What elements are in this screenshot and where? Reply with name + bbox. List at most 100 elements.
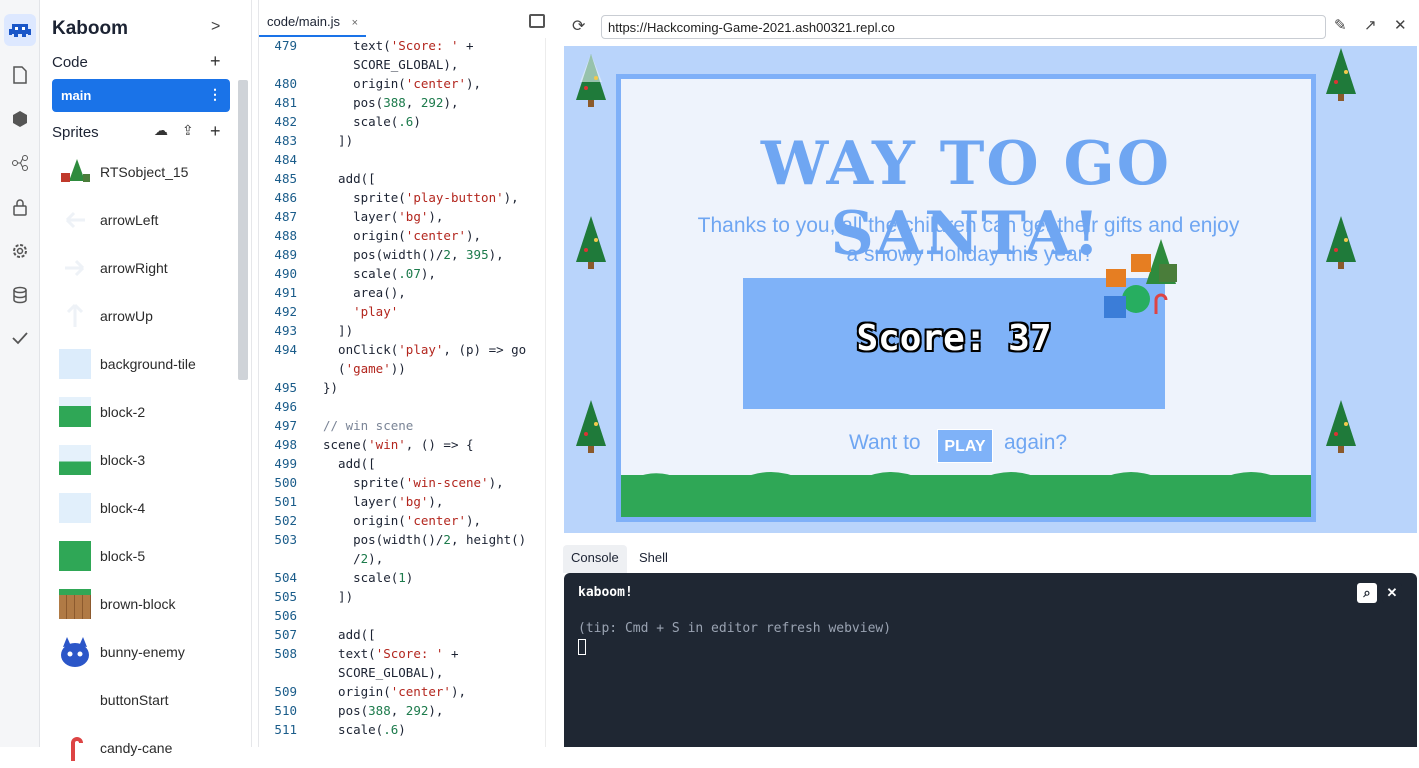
line-number: 501 (274, 494, 297, 509)
upload-icon[interactable]: ⇪ (182, 122, 194, 139)
line-number: 503 (274, 532, 297, 547)
more-options-icon[interactable]: ⋮ (208, 86, 222, 103)
sprite-item[interactable]: block-3 (52, 440, 242, 480)
kaboom-icon[interactable] (4, 14, 36, 46)
line-number: 479 (274, 38, 297, 53)
editor-scrollbar[interactable] (545, 38, 559, 747)
sprite-item[interactable]: arrowLeft (52, 200, 242, 240)
sprite-item[interactable]: RTSobject_15 (52, 152, 242, 192)
sprite-item[interactable]: bunny-enemy (52, 632, 242, 672)
play-button[interactable]: PLAY (937, 429, 993, 463)
sprite-label: block-2 (100, 404, 146, 420)
open-new-tab-icon[interactable]: ↗ (1364, 16, 1377, 34)
code-line: }) (323, 380, 339, 395)
code-line: scale(.07), (323, 266, 436, 281)
line-number: 487 (274, 209, 297, 224)
christmas-tree-icon (576, 54, 606, 107)
add-sprite-icon[interactable]: + (210, 121, 221, 142)
sprite-thumb-block (59, 493, 91, 523)
sprite-label: background-tile (100, 356, 196, 372)
code-line: pos(388, 292), (323, 95, 459, 110)
tab-shell[interactable]: Shell (631, 545, 676, 573)
code-editor: code/main.js × 479 480 481 482 483 484 4… (258, 0, 558, 747)
close-icon[interactable]: ✕ (1394, 16, 1407, 34)
console-cursor[interactable] (578, 639, 586, 655)
game-canvas[interactable]: WAY TO GO SANTA! Thanks to you, all the … (564, 46, 1417, 533)
sprite-label: candy-cane (100, 740, 173, 756)
code-line: onClick('play', (p) => go (323, 342, 527, 357)
line-number: 485 (274, 171, 297, 186)
sprite-item[interactable]: candy-cane (52, 728, 242, 768)
lock-icon[interactable] (4, 191, 36, 223)
code-line: scale(.6) (323, 722, 406, 737)
christmas-tree-icon (576, 216, 606, 269)
edit-icon[interactable]: ✎ (1334, 16, 1347, 34)
code-line: pos(width()/2, height() (323, 532, 527, 547)
package-icon[interactable] (4, 103, 36, 135)
add-file-icon[interactable]: + (210, 51, 221, 72)
line-number: 495 (274, 380, 297, 395)
sprite-thumb-candy-cane (59, 733, 91, 763)
close-icon[interactable]: × (352, 17, 358, 29)
sprite-thumb-block (59, 541, 91, 571)
editor-menu-icon[interactable] (529, 14, 545, 28)
sprite-item[interactable]: arrowUp (52, 296, 242, 336)
code-line: text('Score: ' + (323, 38, 474, 53)
line-number: 505 (274, 589, 297, 604)
console-panel[interactable]: kaboom! ⌕ ✕ (tip: Cmd + S in editor refr… (564, 573, 1417, 747)
sprite-thumb-button-start (59, 685, 91, 715)
gear-icon[interactable] (4, 235, 36, 267)
line-number: 504 (274, 570, 297, 585)
tab-main-js[interactable]: code/main.js × (259, 10, 367, 37)
christmas-tree-icon (576, 400, 606, 453)
sprite-item[interactable]: brown-block (52, 584, 242, 624)
line-number: 506 (274, 608, 297, 623)
sprite-thumb-bunny-enemy (59, 637, 91, 667)
sprite-label: arrowRight (100, 260, 168, 276)
code-line: layer('bg'), (323, 494, 444, 509)
console-title: kaboom! (578, 585, 633, 600)
code-line: layer('bg'), (323, 209, 444, 224)
code-line: /2), (323, 551, 384, 566)
line-number: 481 (274, 95, 297, 110)
sprite-item[interactable]: block-2 (52, 392, 242, 432)
sprite-thumb-brown-block (59, 589, 91, 619)
sprite-item[interactable]: arrowRight (52, 248, 242, 288)
search-icon[interactable]: ⌕ (1357, 583, 1377, 603)
code-line: // win scene (323, 418, 414, 433)
clear-console-icon[interactable]: ✕ (1382, 583, 1402, 603)
line-number: 494 (274, 342, 297, 357)
code-line: add([ (323, 456, 376, 471)
tab-console[interactable]: Console (563, 545, 627, 573)
code-line: ]) (323, 589, 354, 604)
sprite-item[interactable]: background-tile (52, 344, 242, 384)
christmas-tree-icon (1326, 48, 1356, 101)
file-item-main[interactable]: main ⋮ (52, 79, 230, 112)
sprite-item[interactable]: block-4 (52, 488, 242, 528)
sidebar-title: Kaboom (52, 18, 128, 39)
code-area[interactable]: 479 480 481 482 483 484 485 486 487 488 … (259, 38, 545, 747)
line-number: 482 (274, 114, 297, 129)
file-icon[interactable] (4, 59, 36, 91)
chevron-right-icon[interactable]: > (211, 18, 220, 36)
gifts-tree-icon (1104, 239, 1177, 318)
sprite-thumb-block (59, 445, 91, 475)
database-icon[interactable] (4, 279, 36, 311)
sidebar-scrollbar[interactable] (238, 80, 248, 380)
checkmark-icon[interactable] (4, 322, 36, 354)
code-line: ]) (323, 323, 354, 338)
line-number: 500 (274, 475, 297, 490)
url-input[interactable]: https://Hackcoming-Game-2021.ash00321.re… (601, 15, 1326, 39)
sprite-label: brown-block (100, 596, 176, 612)
line-number: 508 (274, 646, 297, 661)
code-line: origin('center'), (323, 76, 482, 91)
code-section-title: Code (52, 54, 88, 71)
version-control-icon[interactable] (4, 147, 36, 179)
christmas-tree-icon (1326, 216, 1356, 269)
line-number: 489 (274, 247, 297, 262)
sprite-item[interactable]: block-5 (52, 536, 242, 576)
reload-icon[interactable]: ⟳ (572, 16, 585, 36)
sprite-item[interactable]: buttonStart (52, 680, 242, 720)
cloud-icon[interactable]: ☁ (154, 122, 168, 139)
line-number: 502 (274, 513, 297, 528)
